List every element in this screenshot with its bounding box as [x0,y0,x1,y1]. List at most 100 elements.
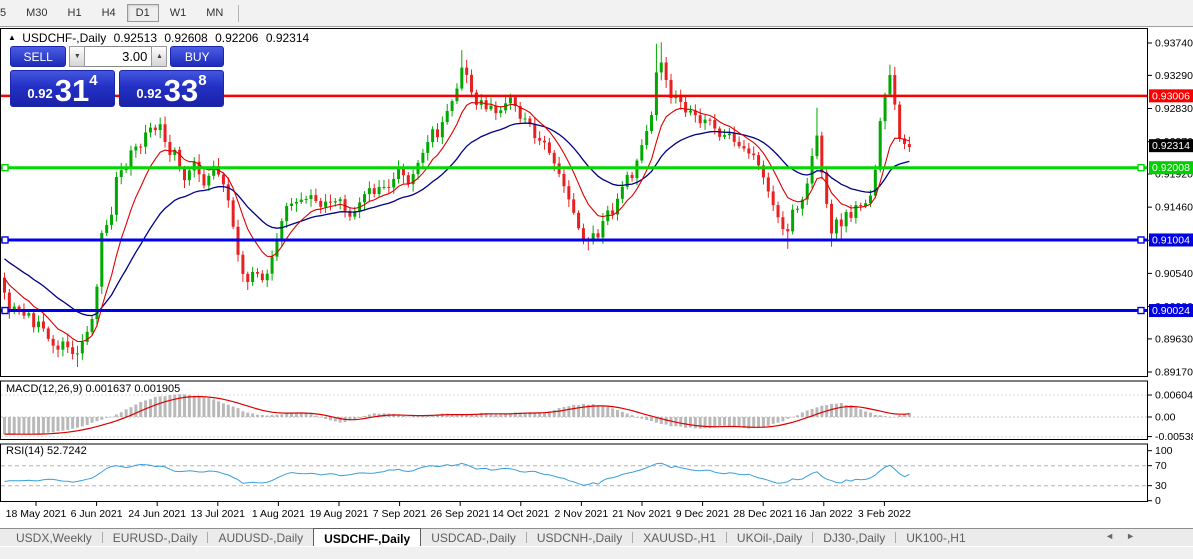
candle-body [202,174,205,185]
candle-body [835,220,838,234]
macd-histogram-bar [713,417,716,428]
macd-histogram-bar [898,415,901,417]
line-handle[interactable] [2,308,8,314]
macd-histogram-bar [222,403,225,417]
candle-body [757,155,760,165]
candle-body [499,110,502,113]
sell-button[interactable]: SELL [10,46,66,67]
candle-body [747,149,750,154]
candle-body [290,204,293,206]
chart-tab-usdchf-daily[interactable]: USDCHF-,Daily [313,528,421,546]
timeframe-button-5[interactable]: 5 [0,4,15,22]
macd-histogram-bar [37,417,40,433]
macd-histogram-bar [125,409,128,417]
timeframe-button-H1[interactable]: H1 [59,4,91,22]
candle-body [850,212,853,218]
price-tick-label: 0.93740 [1155,38,1193,50]
volume-input[interactable] [85,46,151,67]
candle-body [460,68,463,89]
macd-histogram-bar [227,405,230,417]
candle-body [232,200,235,226]
line-handle[interactable] [1138,165,1144,171]
chart-tab-uk100-h1[interactable]: UK100-,H1 [896,529,975,546]
macd-histogram-bar [558,408,561,417]
rsi-pane[interactable] [1,444,1148,502]
candle-body [446,111,449,122]
timeframe-button-MN[interactable]: MN [197,4,232,22]
macd-histogram-bar [762,417,765,427]
candle-body [207,176,210,186]
candle-body [884,94,887,121]
macd-histogram-bar [791,417,794,418]
candle-body [713,120,716,129]
buy-price-box[interactable]: 0.92 33 8 [119,70,224,107]
macd-histogram-bar [47,417,50,433]
chart-tab-eurusd-daily[interactable]: EURUSD-,Daily [103,529,208,546]
macd-histogram-bar [611,408,614,417]
tab-scroll-buttons: ◄ ► [1105,531,1135,541]
date-tick-label: 24 Jun 2021 [128,508,186,520]
line-handle[interactable] [2,165,8,171]
candle-body [470,75,473,93]
macd-tick-label: 0.006045 [1155,390,1193,402]
macd-histogram-bar [718,417,721,426]
chart-tab-usdx-weekly[interactable]: USDX,Weekly [6,529,102,546]
macd-label: MACD(12,26,9) 0.001637 0.001905 [6,383,180,395]
timeframe-button-H4[interactable]: H4 [93,4,125,22]
sell-price-prefix: 0.92 [27,86,52,101]
price-tick-label: 0.89630 [1155,333,1193,345]
line-handle[interactable] [1138,308,1144,314]
macd-histogram-bar [329,417,332,420]
toolbar-separator [238,5,239,22]
line-handle[interactable] [1138,237,1144,243]
buy-price-big-digits: 33 [164,78,198,104]
one-click-trade-panel: SELL ▼ ▲ BUY 0.92 31 4 0.92 33 8 [10,46,224,107]
candle-body [441,122,444,137]
chart-tab-usdcnh-daily[interactable]: USDCNH-,Daily [527,529,632,546]
timeframe-button-D1[interactable]: D1 [127,4,159,22]
candle-body [305,199,308,200]
sell-price-box[interactable]: 0.92 31 4 [10,70,115,107]
date-tick-label: 9 Dec 2021 [676,508,730,520]
candle-body [37,322,40,328]
macd-histogram-bar [100,417,103,420]
candle-body [796,209,799,210]
macd-histogram-bar [859,409,862,417]
chart-tab-xauusd-h1[interactable]: XAUUSD-,H1 [633,529,726,546]
chart-tab-usdcad-daily[interactable]: USDCAD-,Daily [421,529,526,546]
price-tick-label: 0.91460 [1155,202,1193,214]
chart-tab-audusd-daily[interactable]: AUDUSD-,Daily [208,529,313,546]
candle-body [436,129,439,137]
chart-tab-dj30-daily[interactable]: DJ30-,Daily [813,529,895,546]
price-badge-label: 0.92008 [1152,162,1190,174]
macd-histogram-bar [786,417,789,419]
macd-histogram-bar [256,415,259,417]
line-handle[interactable] [2,237,8,243]
timeframe-button-W1[interactable]: W1 [161,4,196,22]
candle-body [164,124,167,142]
macd-histogram-bar [105,417,108,418]
candle-body [222,175,225,185]
candle-body [635,161,638,179]
buy-price-pip-digit: 8 [198,72,206,89]
up-arrow-icon: ▲ [156,53,163,60]
candle-body [256,272,259,274]
macd-histogram-bar [198,397,201,417]
candle-body [71,347,74,354]
candle-body [689,111,692,113]
candle-body [387,187,390,188]
timeframe-button-M30[interactable]: M30 [17,4,56,22]
macd-histogram-bar [820,406,823,417]
tab-scroll-right-icon[interactable]: ► [1126,531,1135,541]
macd-histogram-bar [694,417,697,428]
candle-body [548,142,551,152]
macd-histogram-bar [81,417,84,426]
macd-histogram-bar [358,417,361,418]
chart-tab-ukoil-daily[interactable]: UKOil-,Daily [727,529,812,546]
macd-histogram-bar [840,403,843,417]
volume-decrease-button[interactable]: ▼ [69,46,85,67]
tab-scroll-left-icon[interactable]: ◄ [1105,531,1114,541]
buy-button[interactable]: BUY [170,46,224,67]
macd-histogram-bar [650,417,653,421]
volume-increase-button[interactable]: ▲ [151,46,167,67]
